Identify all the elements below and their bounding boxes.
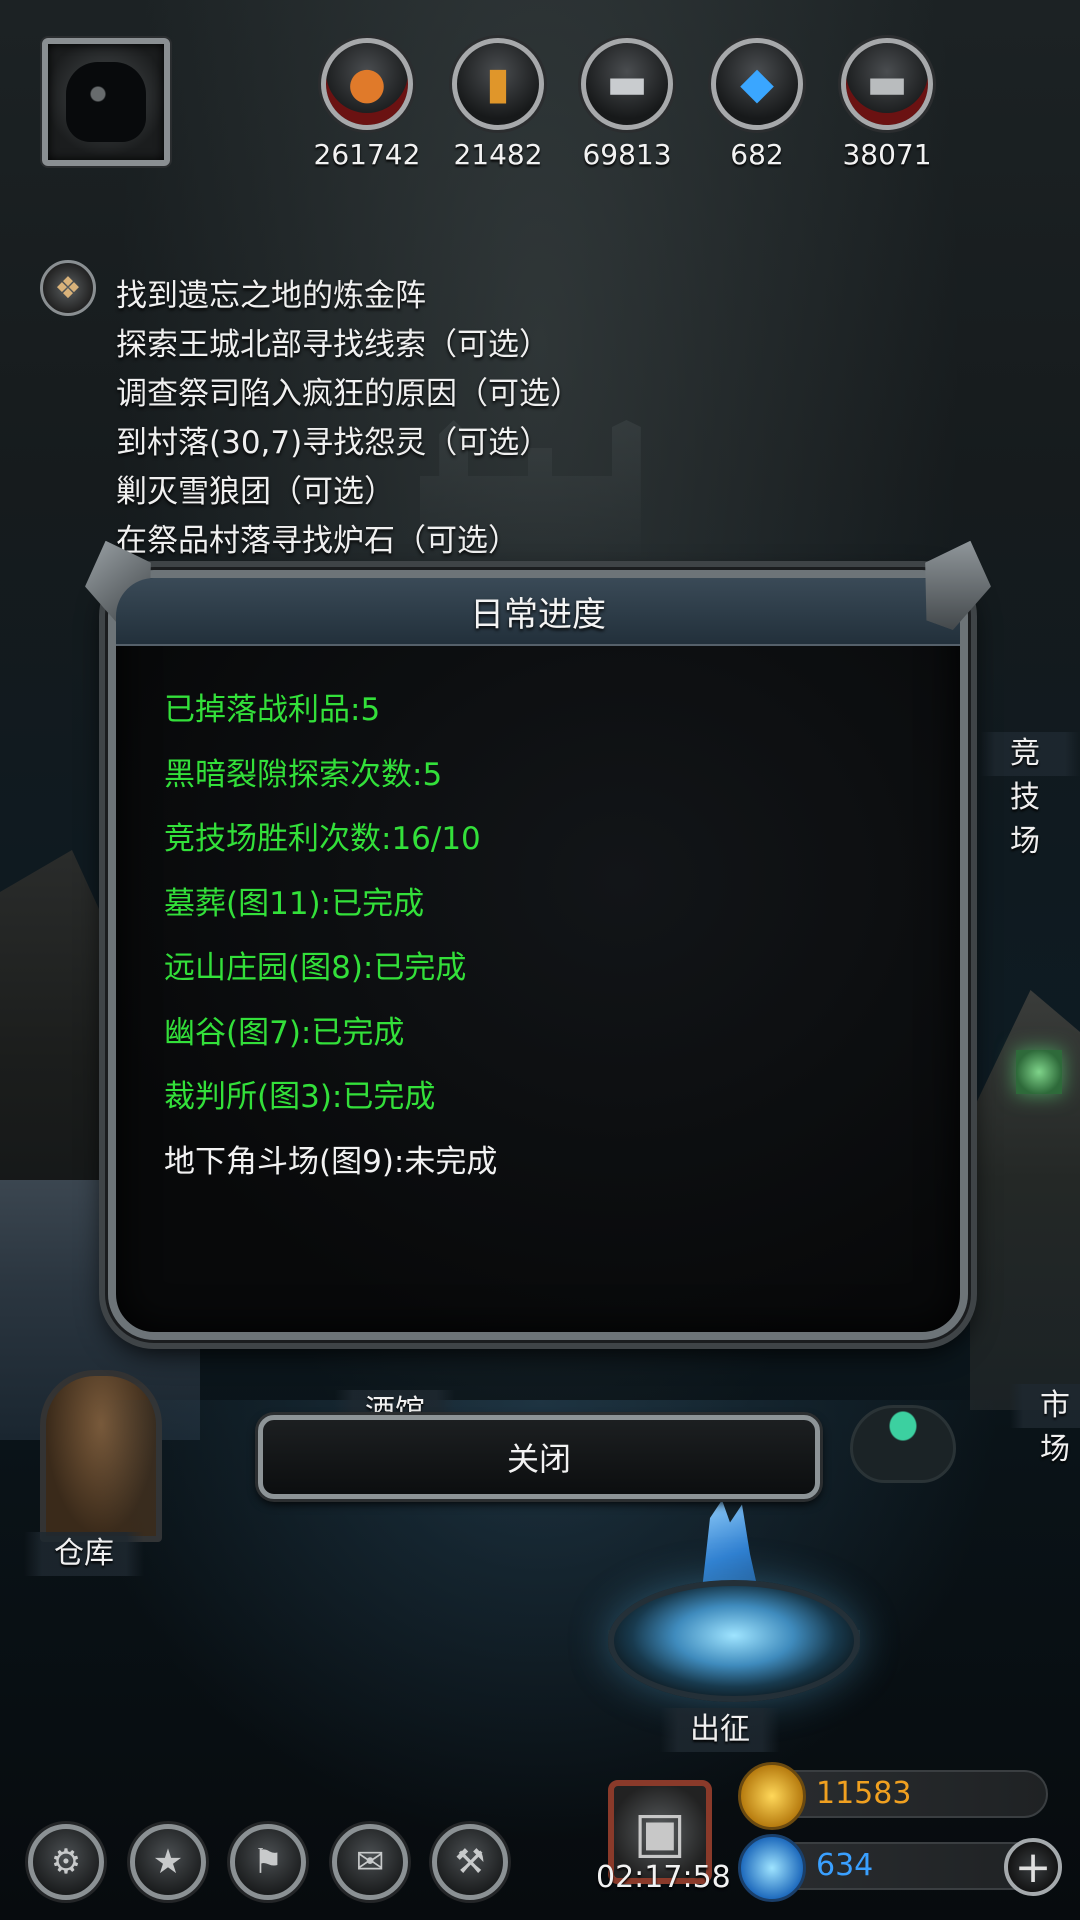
quest-item[interactable]: 探索王城北部寻找线索（可选） <box>116 321 581 370</box>
resource-value: 38071 <box>842 138 932 171</box>
player-avatar[interactable] <box>42 38 170 166</box>
progress-item: 远山庄园(图8):已完成 <box>164 950 467 986</box>
progress-item: 墓葬(图11):已完成 <box>164 885 425 922</box>
hammer-icon[interactable]: ⚒ <box>432 1824 508 1900</box>
mail-icon[interactable]: ✉ <box>332 1824 408 1900</box>
resource-crystal[interactable]: ◆ 682 <box>702 38 812 171</box>
expedition-portal[interactable] <box>608 1580 860 1702</box>
dialog-header: 日常进度 <box>116 578 960 646</box>
dragon-portrait-icon <box>66 62 146 142</box>
steel-icon: ▬ <box>841 38 933 130</box>
gold-value: 11583 <box>816 1776 912 1811</box>
quest-item[interactable]: 到村落(30,7)寻找怨灵（可选） <box>116 419 581 468</box>
resource-steel[interactable]: ▬ 38071 <box>832 38 942 171</box>
add-currency-button[interactable]: + <box>1004 1838 1062 1896</box>
progress-item: 黑暗裂隙探索次数:5 <box>164 756 443 793</box>
progress-item: 竞技场胜利次数:16/10 <box>164 821 481 857</box>
progress-item: 地下角斗场(图9):未完成 <box>164 1143 498 1180</box>
banner-icon[interactable]: ⚑ <box>230 1824 306 1900</box>
gem-counter[interactable]: 634 <box>738 1834 1048 1902</box>
gift-timer: 02:17:58 <box>596 1860 731 1895</box>
resource-value: 682 <box>730 138 784 171</box>
daily-progress-dialog: 日常进度 已掉落战利品:5 黑暗裂隙探索次数:5 竞技场胜利次数:16/10 墓… <box>108 570 968 1340</box>
gold-counter[interactable]: 11583 <box>738 1762 1048 1830</box>
iron-icon: ▬ <box>581 38 673 130</box>
quest-item[interactable]: 调查祭司陷入疯狂的原因（可选） <box>116 370 581 419</box>
quest-item[interactable]: 找到遗忘之地的炼金阵 <box>116 272 581 321</box>
progress-list: 已掉落战利品:5 黑暗裂隙探索次数:5 竞技场胜利次数:16/10 墓葬(图11… <box>164 678 497 1194</box>
market-label[interactable]: 市场 <box>1010 1384 1080 1467</box>
resource-value: 21482 <box>453 138 543 171</box>
quest-item[interactable]: 剿灭雪狼团（可选） <box>116 468 581 517</box>
scroll-icon[interactable]: ❖ <box>40 260 96 316</box>
quest-list: 找到遗忘之地的炼金阵 探索王城北部寻找线索（可选） 调查祭司陷入疯狂的原因（可选… <box>116 272 581 566</box>
resource-value: 261742 <box>313 138 421 171</box>
arena-label[interactable]: 竞技场 <box>980 732 1080 859</box>
progress-item: 裁判所(图3):已完成 <box>164 1079 436 1115</box>
star-badge-icon[interactable]: ★ <box>130 1824 206 1900</box>
quest-item[interactable]: 在祭品村落寻找炉石（可选） <box>116 517 581 566</box>
cauldron <box>850 1405 956 1483</box>
settings-gear-icon[interactable]: ⚙ <box>28 1824 104 1900</box>
close-button[interactable]: 关闭 <box>258 1415 820 1499</box>
dialog-title: 日常进度 <box>470 594 606 635</box>
crystal-icon: ◆ <box>711 38 803 130</box>
wood-icon: ▮ <box>452 38 544 130</box>
gem-icon <box>738 1834 806 1902</box>
progress-item: 已掉落战利品:5 <box>164 692 381 728</box>
warehouse-label[interactable]: 仓库 <box>24 1532 144 1576</box>
expedition-label[interactable]: 出征 <box>660 1708 780 1752</box>
gem-value: 634 <box>816 1848 874 1883</box>
resource-value: 69813 <box>582 138 672 171</box>
meat-icon: ● <box>321 38 413 130</box>
resource-iron[interactable]: ▬ 69813 <box>572 38 682 171</box>
gold-coin-icon <box>738 1762 806 1830</box>
resource-wood[interactable]: ▮ 21482 <box>443 38 553 171</box>
progress-item: 幽谷(图7):已完成 <box>164 1014 405 1051</box>
resource-meat[interactable]: ● 261742 <box>312 38 422 171</box>
glowing-window <box>1016 1050 1062 1094</box>
